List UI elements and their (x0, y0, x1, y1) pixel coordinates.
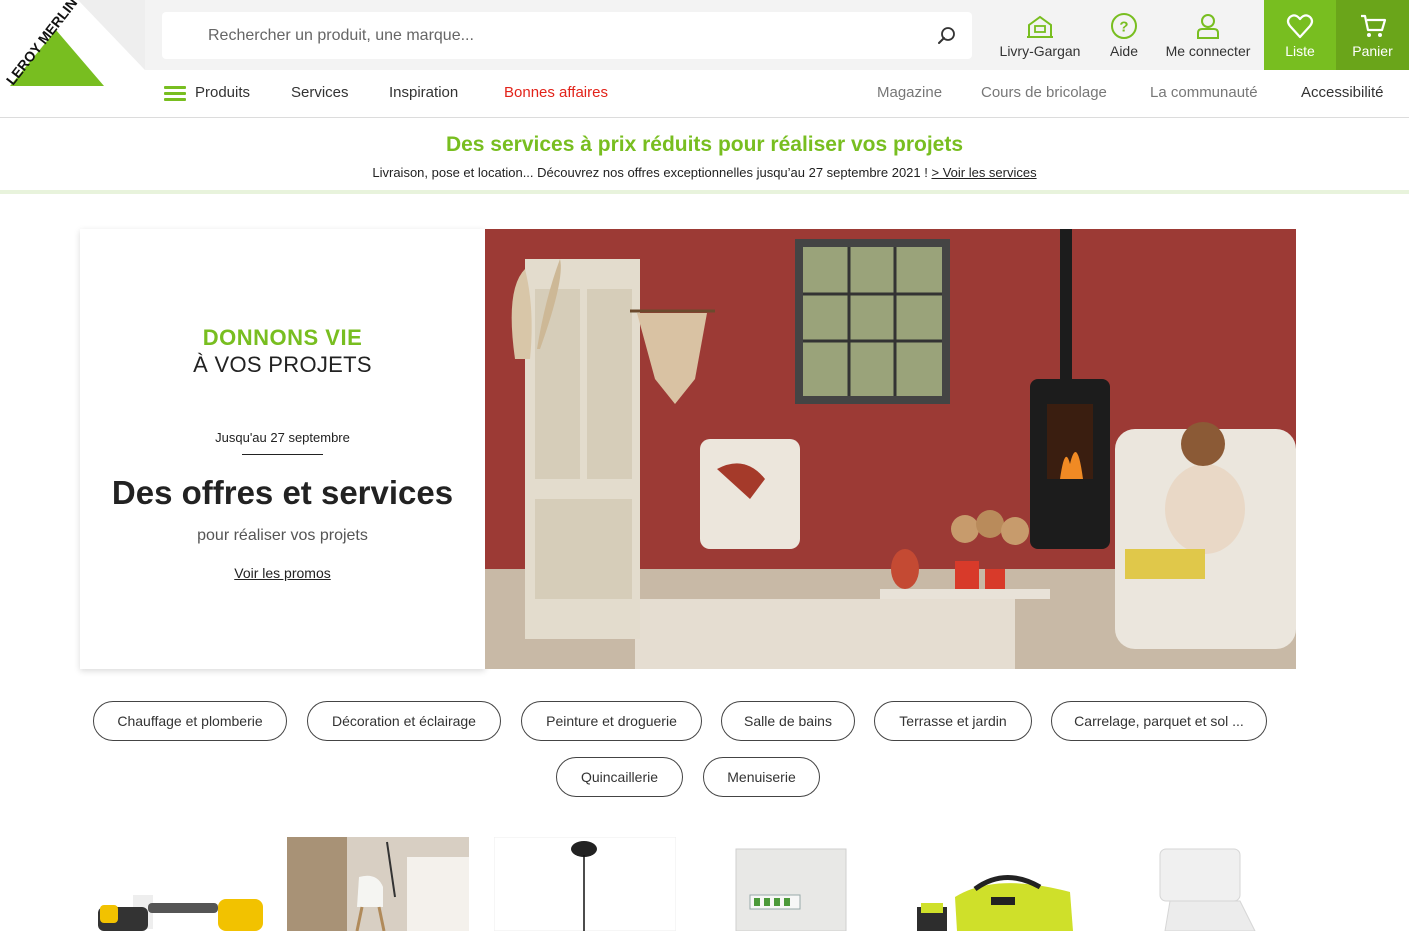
category-flooring[interactable]: Carrelage, parquet et sol ... (1051, 701, 1267, 741)
promo-banner: Des services à prix réduits pour réalise… (0, 120, 1409, 194)
store-selector[interactable]: Livry-Gargan (990, 0, 1090, 70)
nav-accessibility[interactable]: Accessibilité (1301, 84, 1384, 101)
cart-button[interactable]: Panier (1336, 0, 1409, 70)
login-link[interactable]: Me connecter (1158, 0, 1258, 70)
store-label: Livry-Gargan (999, 43, 1081, 59)
help-icon: ? (1111, 13, 1137, 39)
category-terrace-garden[interactable]: Terrasse et jardin (874, 701, 1032, 741)
menu-icon[interactable] (164, 86, 186, 102)
category-paint[interactable]: Peinture et droguerie (521, 701, 702, 741)
nav-inspiration[interactable]: Inspiration (389, 84, 458, 101)
promo-services-link[interactable]: > Voir les services (931, 165, 1036, 180)
category-heating-plumbing[interactable]: Chauffage et plomberie (93, 701, 287, 741)
slogan-line-1: DONNONS VIE (202, 325, 363, 350)
nav-diy-courses[interactable]: Cours de bricolage (981, 84, 1107, 101)
nav-services[interactable]: Services (291, 84, 349, 101)
site-header: LEROY MERLIN Livry-Gargan ? Aide Me (0, 0, 1409, 118)
svg-text:?: ? (1119, 19, 1128, 36)
user-icon (1197, 14, 1219, 39)
hero-card: DONNONS VIE À VOS PROJETS Jusqu'au 27 se… (80, 229, 485, 669)
category-bathroom[interactable]: Salle de bains (721, 701, 855, 741)
promo-text-line: Livraison, pose et location... Découvrez… (0, 165, 1409, 180)
promo-text: Livraison, pose et location... Découvrez… (372, 165, 928, 180)
nav-products[interactable]: Produits (195, 84, 250, 101)
hero-date: Jusqu'au 27 septembre (215, 430, 350, 445)
help-label: Aide (1109, 43, 1139, 59)
search-bar[interactable] (162, 12, 972, 59)
category-decoration-lighting[interactable]: Décoration et éclairage (307, 701, 501, 741)
login-label: Me connecter (1165, 43, 1251, 59)
promo-title: Des services à prix réduits pour réalise… (445, 133, 964, 156)
hero-promos-link[interactable]: Voir les promos (80, 565, 485, 581)
cart-icon (1360, 14, 1386, 37)
product-pendant-lamp[interactable] (494, 837, 676, 931)
product-power-tools-kit[interactable] (905, 837, 1087, 931)
wishlist-button[interactable]: Liste (1264, 0, 1336, 70)
hero-image[interactable] (485, 229, 1296, 669)
nav-community[interactable]: La communauté (1150, 84, 1258, 101)
heart-icon (1286, 14, 1314, 39)
hero-title: Des offres et services (111, 474, 454, 511)
search-input[interactable] (208, 12, 908, 59)
product-living-room[interactable] (287, 837, 469, 931)
hero-slogan: DONNONS VIE À VOS PROJETS (80, 325, 485, 378)
store-icon (1027, 15, 1053, 38)
category-hardware[interactable]: Quincaillerie (556, 757, 683, 797)
main-nav: Produits Services Inspiration Bonnes aff… (0, 70, 1409, 118)
product-toilet[interactable] (1110, 837, 1292, 931)
category-joinery[interactable]: Menuiserie (703, 757, 820, 797)
hero-subtitle: pour réaliser vos projets (197, 527, 368, 544)
help-link[interactable]: ? Aide (1100, 0, 1148, 70)
search-icon[interactable] (936, 25, 958, 47)
product-electrical-panel[interactable] (700, 837, 882, 931)
hero-divider (242, 454, 323, 455)
wishlist-label: Liste (1285, 43, 1315, 59)
nav-deals[interactable]: Bonnes affaires (504, 84, 608, 101)
nav-magazine[interactable]: Magazine (877, 84, 942, 101)
product-paint-sprayer[interactable] (88, 837, 268, 931)
cart-label: Panier (1352, 43, 1393, 59)
slogan-line-2: À VOS PROJETS (193, 352, 372, 377)
